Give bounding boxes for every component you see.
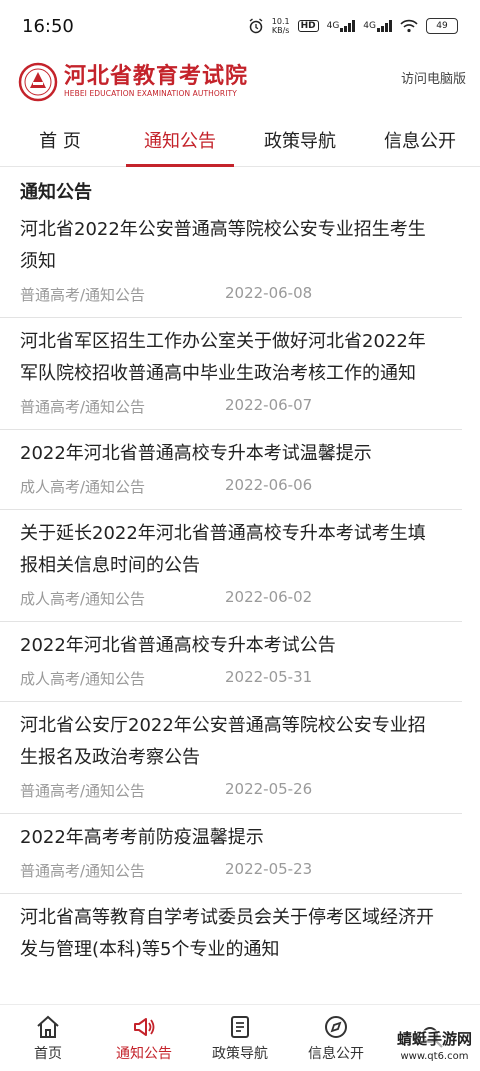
item-date: 2022-05-23	[225, 860, 313, 878]
item-date: 2022-06-07	[225, 396, 313, 414]
home-icon	[37, 1015, 59, 1038]
document-icon	[231, 1015, 249, 1038]
list-item[interactable]: 河北省高等教育自学考试委员会关于停考区域经济开发与管理(本科)等5个专业的通知	[0, 894, 462, 966]
bottom-tab-label: 通知公告	[116, 1045, 172, 1062]
desktop-version-link[interactable]: 访问电脑版	[401, 68, 466, 87]
item-date: 2022-06-06	[225, 476, 313, 494]
battery-level: 49	[436, 21, 448, 31]
bottom-tab-label: 政策导航	[212, 1045, 268, 1062]
tab-policy[interactable]: 政策导航	[240, 114, 360, 166]
watermark-text: 蜻蜓手游网	[396, 1030, 472, 1048]
wifi-icon	[400, 19, 418, 33]
item-category: 普通高考/通知公告	[20, 398, 146, 416]
net-speed-unit: KB/s	[271, 26, 290, 35]
bottom-tab-info[interactable]: 信息公开	[288, 1005, 384, 1071]
item-title[interactable]: 2022年高考考前防疫温馨提示	[20, 814, 442, 854]
site-header: 河北省教育考试院 HEBEI EDUCATION EXAMINATION AUT…	[0, 52, 480, 114]
signal-icon: 4G	[327, 20, 356, 32]
item-date: 2022-06-08	[225, 284, 313, 302]
item-title[interactable]: 关于延长2022年河北省普通高校专升本考试考生填报相关信息时间的公告	[20, 510, 442, 582]
list-item[interactable]: 河北省军区招生工作办公室关于做好河北省2022年军队院校招收普通高中毕业生政治考…	[0, 318, 462, 430]
battery-icon: 49	[426, 18, 458, 34]
item-title[interactable]: 河北省公安厅2022年公安普通高等院校公安专业招生报名及政治考察公告	[20, 702, 442, 774]
list-item[interactable]: 2022年河北省普通高校专升本考试公告 成人高考/通知公告 2022-05-31	[0, 622, 462, 702]
item-title[interactable]: 2022年河北省普通高校专升本考试温馨提示	[20, 430, 442, 470]
signal-1-label: 4G	[326, 21, 340, 31]
item-title[interactable]: 河北省军区招生工作办公室关于做好河北省2022年军队院校招收普通高中毕业生政治考…	[20, 318, 442, 390]
item-date: 2022-05-26	[225, 780, 313, 798]
status-bar: 16:50 10.1 KB/s HD 4G 4G 49	[0, 0, 480, 52]
tab-notices[interactable]: 通知公告	[120, 114, 240, 167]
net-speed: 10.1 KB/s	[272, 17, 290, 35]
tab-home[interactable]: 首 页	[0, 114, 120, 166]
compass-icon	[325, 1015, 347, 1038]
bottom-tab-notices[interactable]: 通知公告	[96, 1005, 192, 1071]
megaphone-icon	[134, 1017, 155, 1036]
item-title[interactable]: 2022年河北省普通高校专升本考试公告	[20, 622, 442, 662]
logo-chinese-name: 河北省教育考试院	[64, 64, 249, 89]
bottom-tab-label: 首页	[34, 1045, 62, 1062]
bottom-tab-home[interactable]: 首页	[0, 1005, 96, 1071]
status-time: 16:50	[22, 15, 74, 37]
item-category: 普通高考/通知公告	[20, 286, 146, 304]
list-item[interactable]: 关于延长2022年河北省普通高校专升本考试考生填报相关信息时间的公告 成人高考/…	[0, 510, 462, 622]
list-item[interactable]: 2022年高考考前防疫温馨提示 普通高考/通知公告 2022-05-23	[0, 814, 462, 894]
section-title: 通知公告	[20, 182, 92, 203]
watermark-url: www.qt6.com	[400, 1051, 469, 1062]
bottom-tab-label: 信息公开	[308, 1045, 364, 1062]
notice-list: 河北省2022年公安普通高等院校公安专业招生考生须知 普通高考/通知公告 2022…	[0, 206, 480, 966]
emblem-icon	[18, 62, 58, 102]
item-category: 成人高考/通知公告	[20, 670, 146, 688]
logo-english-name: HEBEI EDUCATION EXAMINATION AUTHORITY	[64, 89, 237, 98]
item-title[interactable]: 河北省高等教育自学考试委员会关于停考区域经济开发与管理(本科)等5个专业的通知	[20, 894, 442, 966]
item-category: 普通高考/通知公告	[20, 862, 146, 880]
item-category: 普通高考/通知公告	[20, 782, 146, 800]
item-date: 2022-05-31	[225, 668, 313, 686]
item-category: 成人高考/通知公告	[20, 590, 146, 608]
alarm-icon	[248, 18, 264, 34]
list-item[interactable]: 河北省2022年公安普通高等院校公安专业招生考生须知 普通高考/通知公告 2022…	[0, 206, 462, 318]
site-logo[interactable]: 河北省教育考试院 HEBEI EDUCATION EXAMINATION AUT…	[18, 62, 248, 102]
watermark: 蜻蜓手游网 www.qt6.com	[396, 1030, 472, 1066]
list-item[interactable]: 2022年河北省普通高校专升本考试温馨提示 成人高考/通知公告 2022-06-0…	[0, 430, 462, 510]
top-nav: 首 页 通知公告 政策导航 信息公开	[0, 114, 480, 167]
item-date: 2022-06-02	[225, 588, 313, 606]
net-speed-value: 10.1	[271, 17, 290, 26]
bottom-tab-policy[interactable]: 政策导航	[192, 1005, 288, 1071]
list-item[interactable]: 河北省公安厅2022年公安普通高等院校公安专业招生报名及政治考察公告 普通高考/…	[0, 702, 462, 814]
signal-2-label: 4G	[363, 21, 376, 31]
signal-2-icon: 4G	[363, 20, 392, 32]
item-category: 成人高考/通知公告	[20, 478, 146, 496]
item-title[interactable]: 河北省2022年公安普通高等院校公安专业招生考生须知	[20, 206, 442, 278]
hd-icon: HD	[297, 20, 319, 32]
tab-info[interactable]: 信息公开	[360, 114, 480, 166]
status-icons: 10.1 KB/s HD 4G 4G 49	[248, 17, 458, 35]
